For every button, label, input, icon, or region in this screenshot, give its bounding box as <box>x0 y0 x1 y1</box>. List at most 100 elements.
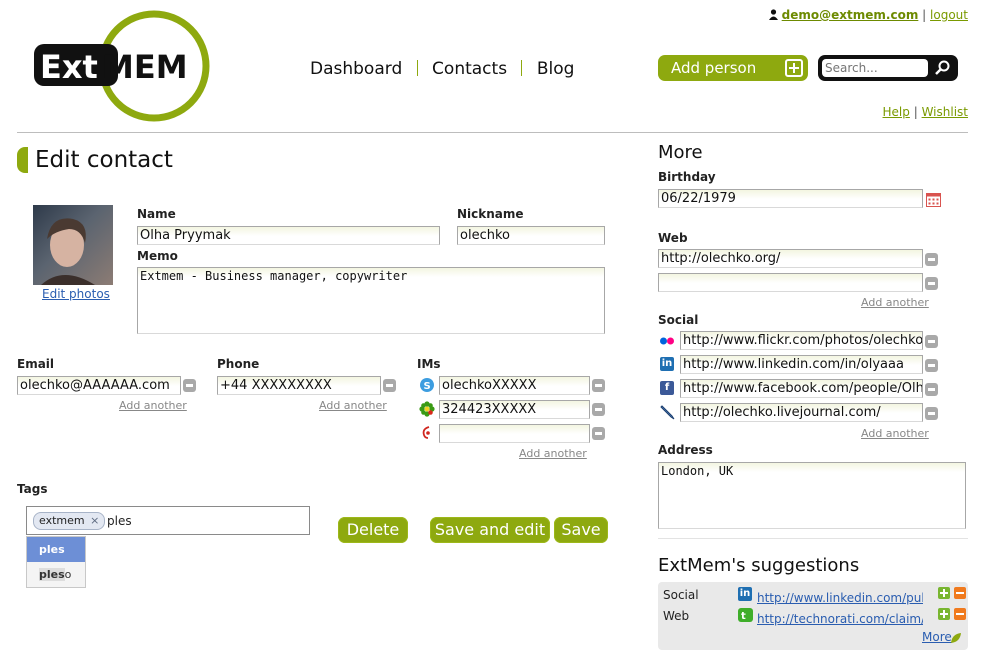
nav-divider <box>521 60 523 76</box>
help-links: Help | Wishlist <box>883 105 968 119</box>
name-field[interactable]: Olha Pryymak <box>137 226 440 245</box>
save-button[interactable]: Save <box>554 517 608 543</box>
search-input[interactable] <box>822 59 928 77</box>
close-icon[interactable]: × <box>90 514 99 527</box>
tag-suggestion-item[interactable]: pleso <box>27 562 85 587</box>
remove-phone-icon[interactable] <box>383 379 396 392</box>
remove-social-icon[interactable] <box>925 335 938 348</box>
im-field-icq[interactable]: 324423XXXXX <box>439 400 590 419</box>
more-title: More <box>658 142 703 163</box>
search-box <box>818 55 958 81</box>
add-another-email-link[interactable]: Add another <box>119 399 187 412</box>
tag-suggestion-item[interactable]: ples <box>27 537 85 562</box>
email-field[interactable]: olechko@AAAAAA.com <box>17 376 181 395</box>
birthday-label: Birthday <box>658 170 716 184</box>
add-person-button[interactable]: Add person <box>658 55 808 81</box>
remove-email-icon[interactable] <box>183 379 196 392</box>
add-another-social-link[interactable]: Add another <box>861 427 929 440</box>
im-field-aim[interactable] <box>439 424 590 443</box>
tag-typed-text: ples <box>107 514 132 528</box>
web-field[interactable]: http://olechko.org/ <box>658 249 923 268</box>
suggestions-title: ExtMem's suggestions <box>658 555 860 576</box>
add-another-im-link[interactable]: Add another <box>519 447 587 460</box>
logo-mark: Ext MEM <box>34 10 210 122</box>
suggestion-type: Web <box>663 609 690 623</box>
linkedin-icon: in <box>738 587 752 601</box>
svg-text:t: t <box>741 611 746 622</box>
suggestion-type: Social <box>663 588 699 602</box>
social-label: Social <box>658 313 699 327</box>
livejournal-icon <box>659 404 675 420</box>
remove-social-icon[interactable] <box>925 383 938 396</box>
section-divider <box>658 538 968 539</box>
tags-label: Tags <box>17 482 48 496</box>
memo-field[interactable]: Extmem - Business manager, copywriter <box>137 267 605 334</box>
birthday-field[interactable]: 06/22/1979 <box>658 189 923 208</box>
im-field-skype[interactable]: olechkoXXXXX <box>439 376 590 395</box>
technorati-icon: t <box>738 608 753 622</box>
nav-divider <box>416 60 418 76</box>
calendar-icon[interactable] <box>926 192 941 207</box>
tag-chip-label: extmem <box>39 514 85 527</box>
delete-button[interactable]: Delete <box>338 517 408 543</box>
nickname-field[interactable]: olechko <box>457 226 605 245</box>
aim-icon <box>419 425 435 441</box>
main-nav: Dashboard Contacts Blog <box>310 59 574 79</box>
remove-web-icon[interactable] <box>925 277 938 290</box>
plus-icon <box>785 59 803 77</box>
wishlist-link[interactable]: Wishlist <box>922 105 968 119</box>
accept-suggestion-icon[interactable] <box>938 587 950 599</box>
nav-dashboard[interactable]: Dashboard <box>310 59 402 79</box>
icq-icon <box>419 401 435 417</box>
separator: | <box>922 8 927 22</box>
search-icon[interactable] <box>934 60 950 76</box>
edit-photos-link[interactable]: Edit photos <box>42 287 110 301</box>
header-divider <box>17 132 968 133</box>
user-email-link[interactable]: demo@extmem.com <box>782 8 919 22</box>
suggestion-link[interactable]: http://www.linkedin.com/pub/2/ <box>757 591 923 605</box>
social-field-linkedin[interactable]: http://www.linkedin.com/in/olyaaa <box>680 355 923 374</box>
address-field[interactable]: London, UK <box>658 462 966 529</box>
remove-im-icon[interactable] <box>592 403 605 416</box>
social-field-facebook[interactable]: http://www.facebook.com/people/Olha_ <box>680 379 923 398</box>
reject-suggestion-icon[interactable] <box>954 608 966 620</box>
phone-label: Phone <box>217 357 260 371</box>
remove-social-icon[interactable] <box>925 359 938 372</box>
memo-label: Memo <box>137 249 178 263</box>
web-field[interactable] <box>658 273 923 292</box>
add-person-label: Add person <box>671 59 757 77</box>
reject-suggestion-icon[interactable] <box>954 587 966 599</box>
skype-icon: S <box>419 377 435 393</box>
nav-blog[interactable]: Blog <box>537 59 575 79</box>
more-suggestions-link[interactable]: More <box>922 630 952 644</box>
logout-link[interactable]: logout <box>930 8 968 22</box>
svg-text:S: S <box>424 381 431 392</box>
remove-im-icon[interactable] <box>592 379 605 392</box>
help-link[interactable]: Help <box>883 105 910 119</box>
phone-field[interactable]: +44 XXXXXXXXX <box>217 376 381 395</box>
nav-contacts[interactable]: Contacts <box>432 59 507 79</box>
tags-input[interactable]: extmem × ples <box>26 506 310 535</box>
address-label: Address <box>658 443 713 457</box>
separator: | <box>913 105 918 119</box>
remove-social-icon[interactable] <box>925 407 938 420</box>
flickr-icon <box>659 334 675 348</box>
ims-label: IMs <box>417 357 441 371</box>
logo[interactable]: Ext MEM <box>32 8 212 124</box>
nickname-label: Nickname <box>457 207 524 221</box>
name-label: Name <box>137 207 176 221</box>
person-photo <box>41 218 95 285</box>
social-field-flickr[interactable]: http://www.flickr.com/photos/olechko/ <box>680 331 923 350</box>
add-another-web-link[interactable]: Add another <box>861 296 929 309</box>
accept-suggestion-icon[interactable] <box>938 608 950 620</box>
remove-im-icon[interactable] <box>592 427 605 440</box>
leaf-icon <box>950 632 962 644</box>
remove-web-icon[interactable] <box>925 253 938 266</box>
suggestion-link[interactable]: http://technorati.com/claim/yb <box>757 612 923 626</box>
facebook-icon: f <box>660 381 674 395</box>
contact-photo[interactable] <box>33 205 113 285</box>
add-another-phone-link[interactable]: Add another <box>319 399 387 412</box>
svg-text:MEM: MEM <box>102 48 188 86</box>
save-and-edit-button[interactable]: Save and edit <box>430 517 550 543</box>
social-field-livejournal[interactable]: http://olechko.livejournal.com/ <box>680 403 923 422</box>
